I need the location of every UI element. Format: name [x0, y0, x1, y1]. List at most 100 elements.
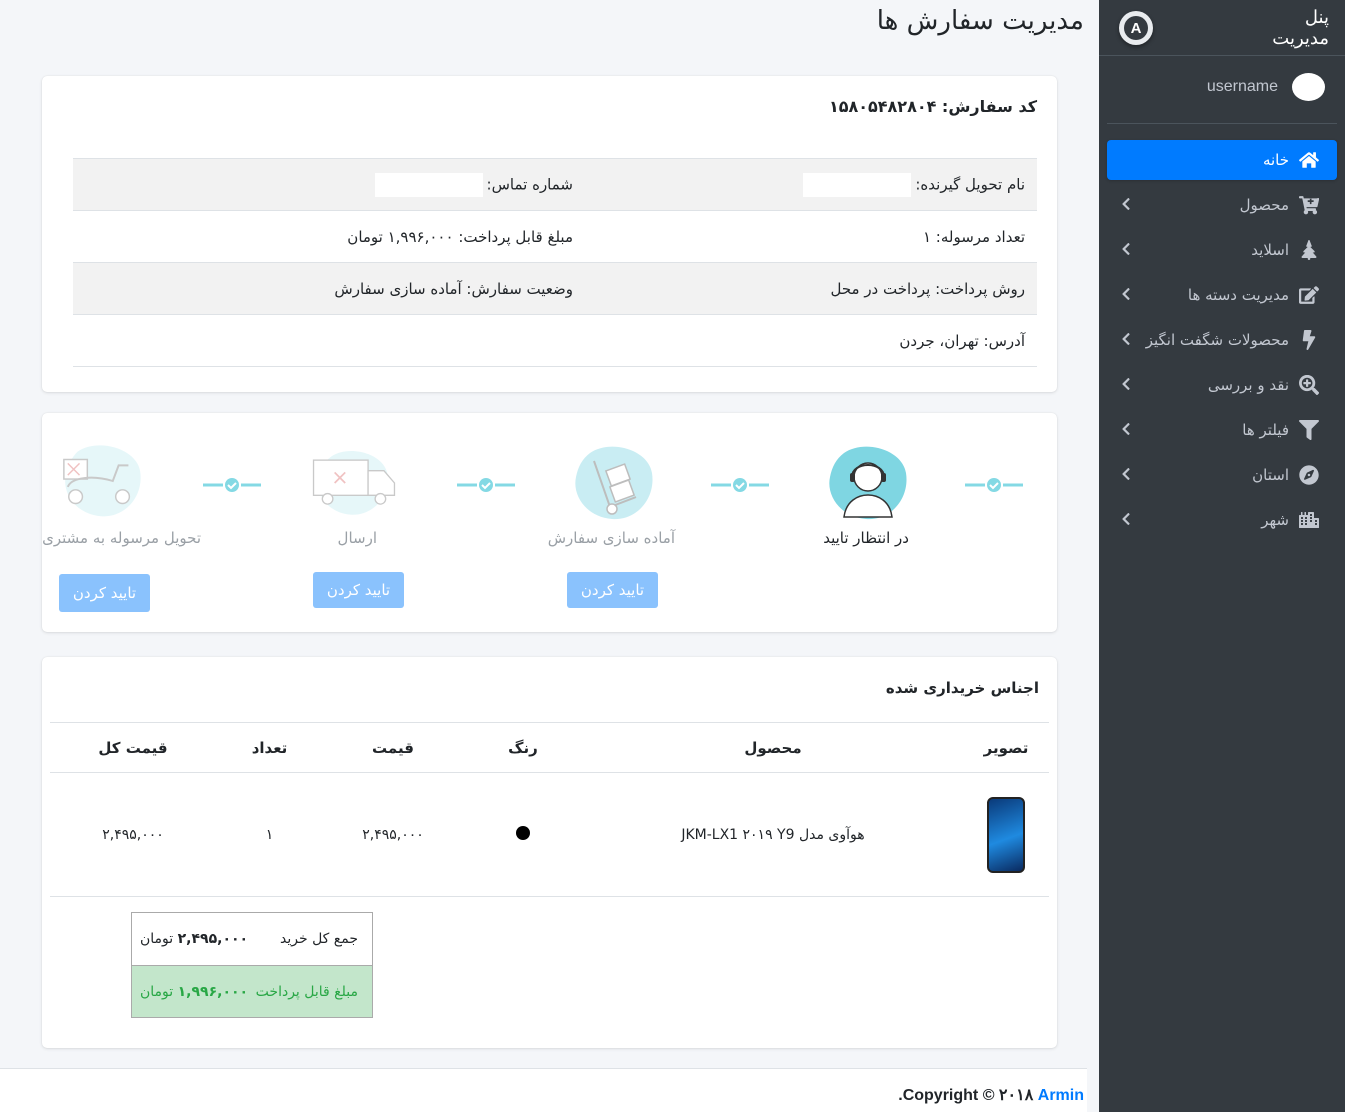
table-row: روش پرداخت: پرداخت در محل وضعیت سفارش: آ… [73, 262, 1037, 315]
step-label-delivered: تحویل مرسوله به مشتری [42, 529, 201, 547]
header-total: قیمت کل [50, 722, 216, 773]
product-image-cell [963, 772, 1049, 897]
receiver-label: نام تحویل گیرنده: [915, 175, 1025, 193]
product-name: هوآوی مدل JKM-LX1 ۲۰۱۹ Y9 [583, 772, 963, 897]
user-name[interactable]: username [1207, 78, 1278, 96]
product-total: ۲,۴۹۵,۰۰۰ [50, 772, 216, 897]
sidebar-item-slide[interactable]: اسلاید [1107, 230, 1337, 270]
edit-icon [1297, 284, 1321, 306]
sidebar-item-label: استان [1252, 466, 1289, 484]
summary-total: ۲,۴۹۵,۰۰۰ تومان [140, 931, 248, 947]
sidebar-item-label: محصولات شگفت انگیز [1145, 331, 1289, 349]
summary-total-value: ۲,۴۹۵,۰۰۰ [177, 931, 249, 947]
sidebar-item-reviews[interactable]: نقد و بررسی [1107, 365, 1337, 405]
scooter-icon [63, 445, 141, 517]
city-icon [1297, 509, 1321, 531]
brand-logo: A [1119, 11, 1153, 45]
footer: Copyright © ۲۰۱۸ Armin. [0, 1068, 1087, 1112]
step-connector [457, 478, 515, 492]
order-summary: جمع کل خرید ۲,۴۹۵,۰۰۰ تومان مبلغ قابل پر… [131, 912, 373, 1018]
sidebar-item-categories[interactable]: مدیریت دسته ها [1107, 275, 1337, 315]
sidebar-item-label: محصول [1239, 196, 1289, 214]
compass-icon [1297, 464, 1321, 486]
summary-total-label: جمع کل خرید [280, 931, 358, 947]
table-row: تعداد مرسوله: ۱ مبلغ قابل پرداخت: ۱,۹۹۶,… [73, 210, 1037, 263]
author-link[interactable]: Armin [1038, 1087, 1084, 1104]
main-content: مدیریت سفارش ها کد سفارش: ۱۵۸۰۵۴۸۲۸۰۴ نا… [0, 0, 1099, 1112]
step-label-waiting: در انتظار تایید [823, 529, 909, 547]
search-plus-icon [1297, 374, 1321, 396]
sidebar-nav: خانه محصول اسلاید مدیریت دسته ها محصولات… [1099, 140, 1345, 540]
color-swatch [516, 825, 530, 840]
sidebar-item-label: فیلتر ها [1242, 421, 1289, 439]
step-connector [965, 478, 1023, 492]
chevron-left-icon [1121, 512, 1131, 526]
phone-cell: شماره تماس: [73, 158, 573, 211]
copyright-text: Copyright © ۲۰۱۸ [902, 1087, 1034, 1104]
receiver-value [803, 172, 912, 197]
items-title: اجناس خریداری شده [885, 679, 1039, 697]
delivery-truck-icon [312, 450, 396, 515]
header-product: محصول [583, 722, 963, 773]
step-connector [711, 478, 769, 492]
sidebar-item-amazing-products[interactable]: محصولات شگفت انگیز [1107, 320, 1337, 360]
header-price: قیمت [323, 722, 463, 773]
address-cell: آدرس: تهران، جردن [573, 314, 1037, 367]
payment-method-cell: روش پرداخت: پرداخت در محل [573, 262, 1037, 315]
table-row: آدرس: تهران، جردن [73, 314, 1037, 367]
step-connector [203, 478, 261, 492]
summary-payable-value: ۱,۹۹۶,۰۰۰ [177, 983, 249, 1000]
items-table: تصویر محصول رنگ قیمت تعداد قیمت کل هوآوی… [50, 722, 1049, 897]
sidebar-item-city[interactable]: شهر [1107, 500, 1337, 540]
payable-cell: مبلغ قابل پرداخت: ۱,۹۹۶,۰۰۰ تومان [73, 210, 573, 263]
cart-plus-icon [1297, 194, 1321, 216]
chevron-left-icon [1121, 377, 1131, 391]
chevron-left-icon [1121, 422, 1131, 436]
header-quantity: تعداد [216, 722, 323, 773]
confirm-preparing-button[interactable]: تایید کردن [567, 572, 658, 608]
table-header-row: تصویر محصول رنگ قیمت تعداد قیمت کل [50, 722, 1049, 773]
tree-icon [1297, 239, 1321, 261]
sidebar-item-label: مدیریت دسته ها [1187, 286, 1289, 304]
count-cell: تعداد مرسوله: ۱ [573, 210, 1037, 263]
order-info-card: کد سفارش: ۱۵۸۰۵۴۸۲۸۰۴ نام تحویل گیرنده: … [42, 76, 1057, 392]
phone-label: شماره تماس: [486, 175, 573, 193]
product-image[interactable] [987, 796, 1025, 873]
product-quantity: ۱ [216, 772, 323, 897]
sidebar: پنل مدیریت A username خانه محصول اسلاید … [1099, 0, 1345, 1112]
filter-icon [1297, 419, 1321, 441]
chevron-left-icon [1121, 332, 1131, 346]
chevron-left-icon [1121, 467, 1131, 481]
header-image: تصویر [963, 722, 1049, 773]
confirm-shipping-button[interactable]: تایید کردن [313, 572, 404, 608]
summary-payable: ۱,۹۹۶,۰۰۰ تومان [140, 984, 248, 1000]
summary-total-unit: تومان [140, 931, 174, 947]
sidebar-item-product[interactable]: محصول [1107, 185, 1337, 225]
sidebar-item-home[interactable]: خانه [1107, 140, 1337, 180]
step-label-preparing: آماده سازی سفارش [547, 529, 675, 547]
sidebar-item-label: اسلاید [1251, 241, 1289, 259]
headset-user-icon [829, 446, 907, 520]
sidebar-item-province[interactable]: استان [1107, 455, 1337, 495]
brand-link[interactable]: پنل مدیریت A [1099, 0, 1345, 56]
summary-payable-unit: تومان [140, 983, 174, 1000]
user-avatar [1292, 73, 1325, 101]
sidebar-item-filters[interactable]: فیلتر ها [1107, 410, 1337, 450]
sidebar-item-label: خانه [1262, 151, 1289, 169]
chevron-left-icon [1121, 242, 1131, 256]
sidebar-item-label: نقد و بررسی [1207, 376, 1289, 394]
sidebar-item-label: شهر [1261, 511, 1289, 529]
user-panel[interactable]: username [1107, 56, 1337, 124]
order-code: کد سفارش: ۱۵۸۰۵۴۸۲۸۰۴ [828, 97, 1037, 116]
receiver-cell: نام تحویل گیرنده: [573, 158, 1037, 211]
summary-payable-label: مبلغ قابل پرداخت [255, 983, 358, 1000]
phone-value [374, 172, 483, 197]
table-row: نام تحویل گیرنده: شماره تماس: [73, 158, 1037, 211]
product-color-cell [463, 772, 583, 897]
order-steps-card: در انتظار تایید آماده سازی سفارش تایید ک… [42, 413, 1057, 632]
purchased-items-card: اجناس خریداری شده تصویر محصول رنگ قیمت ت… [42, 657, 1057, 1048]
confirm-delivery-button[interactable]: تایید کردن [59, 574, 150, 612]
summary-payable-row: مبلغ قابل پرداخت ۱,۹۹۶,۰۰۰ تومان [132, 965, 372, 1017]
home-icon [1297, 149, 1321, 171]
hand-truck-icon [575, 446, 653, 520]
